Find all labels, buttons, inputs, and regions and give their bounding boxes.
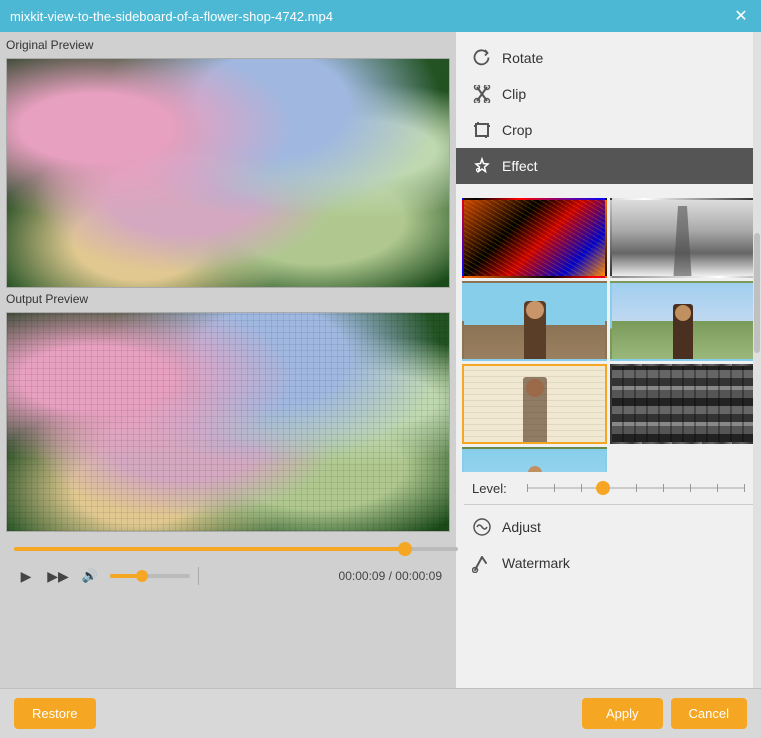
bottom-tools: Adjust Watermark (456, 505, 761, 585)
crop-icon (472, 120, 492, 140)
time-separator: / (385, 569, 395, 583)
clip-label: Clip (502, 86, 526, 102)
watermark-icon (472, 553, 492, 573)
progress-thumb[interactable] (398, 542, 412, 556)
time-display: 00:00:09 / 00:00:09 (339, 569, 442, 583)
restore-button[interactable]: Restore (14, 698, 96, 729)
right-panel: Rotate Clip (456, 32, 761, 688)
cancel-button[interactable]: Cancel (671, 698, 747, 729)
tick-9 (744, 484, 745, 492)
tick-5 (636, 484, 637, 492)
title-bar: mixkit-view-to-the-sideboard-of-a-flower… (0, 0, 761, 32)
volume-divider (198, 567, 199, 585)
controls-row: ▶ ▶▶ 🔊 00:00:09 / 00:00:09 (14, 562, 442, 590)
adjust-icon (472, 517, 492, 537)
output-preview-label: Output Preview (6, 292, 450, 306)
tool-watermark[interactable]: Watermark (456, 545, 761, 581)
effects-grid (456, 192, 761, 472)
tool-crop[interactable]: Crop (456, 112, 761, 148)
current-time: 00:00:09 (339, 569, 386, 583)
original-preview (6, 58, 450, 288)
tool-menu: Rotate Clip (456, 32, 761, 192)
clip-icon (472, 84, 492, 104)
watermark-label: Watermark (502, 555, 570, 571)
adjust-label: Adjust (502, 519, 541, 535)
volume-icon: 🔊 (78, 564, 102, 588)
effect-label: Effect (502, 158, 538, 174)
effect-thumb-4[interactable] (610, 281, 755, 361)
level-slider-thumb[interactable] (596, 481, 610, 495)
window-title: mixkit-view-to-the-sideboard-of-a-flower… (10, 9, 333, 24)
level-section: Level: (456, 472, 761, 504)
original-preview-label: Original Preview (6, 38, 450, 52)
mosaic-effect-overlay (7, 313, 449, 531)
apply-button[interactable]: Apply (582, 698, 663, 729)
effect-thumb-7[interactable] (462, 447, 607, 472)
effect-thumb-5[interactable] (462, 364, 607, 444)
level-label: Level: (472, 481, 517, 496)
preview-section: Original Preview Output Preview (6, 38, 450, 532)
tool-adjust[interactable]: Adjust (456, 509, 761, 545)
scrollbar-track[interactable] (753, 32, 761, 688)
right-buttons: Apply Cancel (582, 698, 747, 729)
effect-thumb-1[interactable] (462, 198, 607, 278)
level-slider-container[interactable] (527, 480, 745, 496)
tool-rotate[interactable]: Rotate (456, 40, 761, 76)
tick-3 (581, 484, 582, 492)
rotate-icon (472, 48, 492, 68)
close-button[interactable]: ✕ (731, 6, 751, 26)
tool-clip[interactable]: Clip (456, 76, 761, 112)
effect-thumb-3[interactable] (462, 281, 607, 361)
video-controls: ▶ ▶▶ 🔊 00:00:09 / 00:00:09 (6, 536, 450, 594)
output-preview (6, 312, 450, 532)
volume-slider[interactable] (110, 574, 190, 578)
effect-thumb-2[interactable] (610, 198, 755, 278)
tick-8 (717, 484, 718, 492)
tool-effect[interactable]: Effect (456, 148, 761, 184)
tick-7 (690, 484, 691, 492)
tick-6 (663, 484, 664, 492)
effect-thumb-6[interactable] (610, 364, 755, 444)
bottom-bar: Restore Apply Cancel (0, 688, 761, 738)
rotate-label: Rotate (502, 50, 543, 66)
main-content: Original Preview Output Preview ▶ ▶▶ (0, 32, 761, 688)
play-button[interactable]: ▶ (14, 564, 38, 588)
volume-thumb[interactable] (136, 570, 148, 582)
left-panel: Original Preview Output Preview ▶ ▶▶ (0, 32, 456, 688)
total-time: 00:00:09 (395, 569, 442, 583)
progress-bar-track (14, 547, 458, 551)
progress-bar-container[interactable] (14, 542, 458, 556)
original-preview-image (7, 59, 449, 287)
tick-2 (554, 484, 555, 492)
progress-bar-fill (14, 547, 405, 551)
effects-section (456, 192, 761, 472)
level-tick-marks (527, 480, 745, 496)
tick-1 (527, 484, 528, 492)
effect-icon (472, 156, 492, 176)
skip-forward-button[interactable]: ▶▶ (46, 564, 70, 588)
scrollbar-thumb[interactable] (754, 233, 760, 353)
crop-label: Crop (502, 122, 532, 138)
